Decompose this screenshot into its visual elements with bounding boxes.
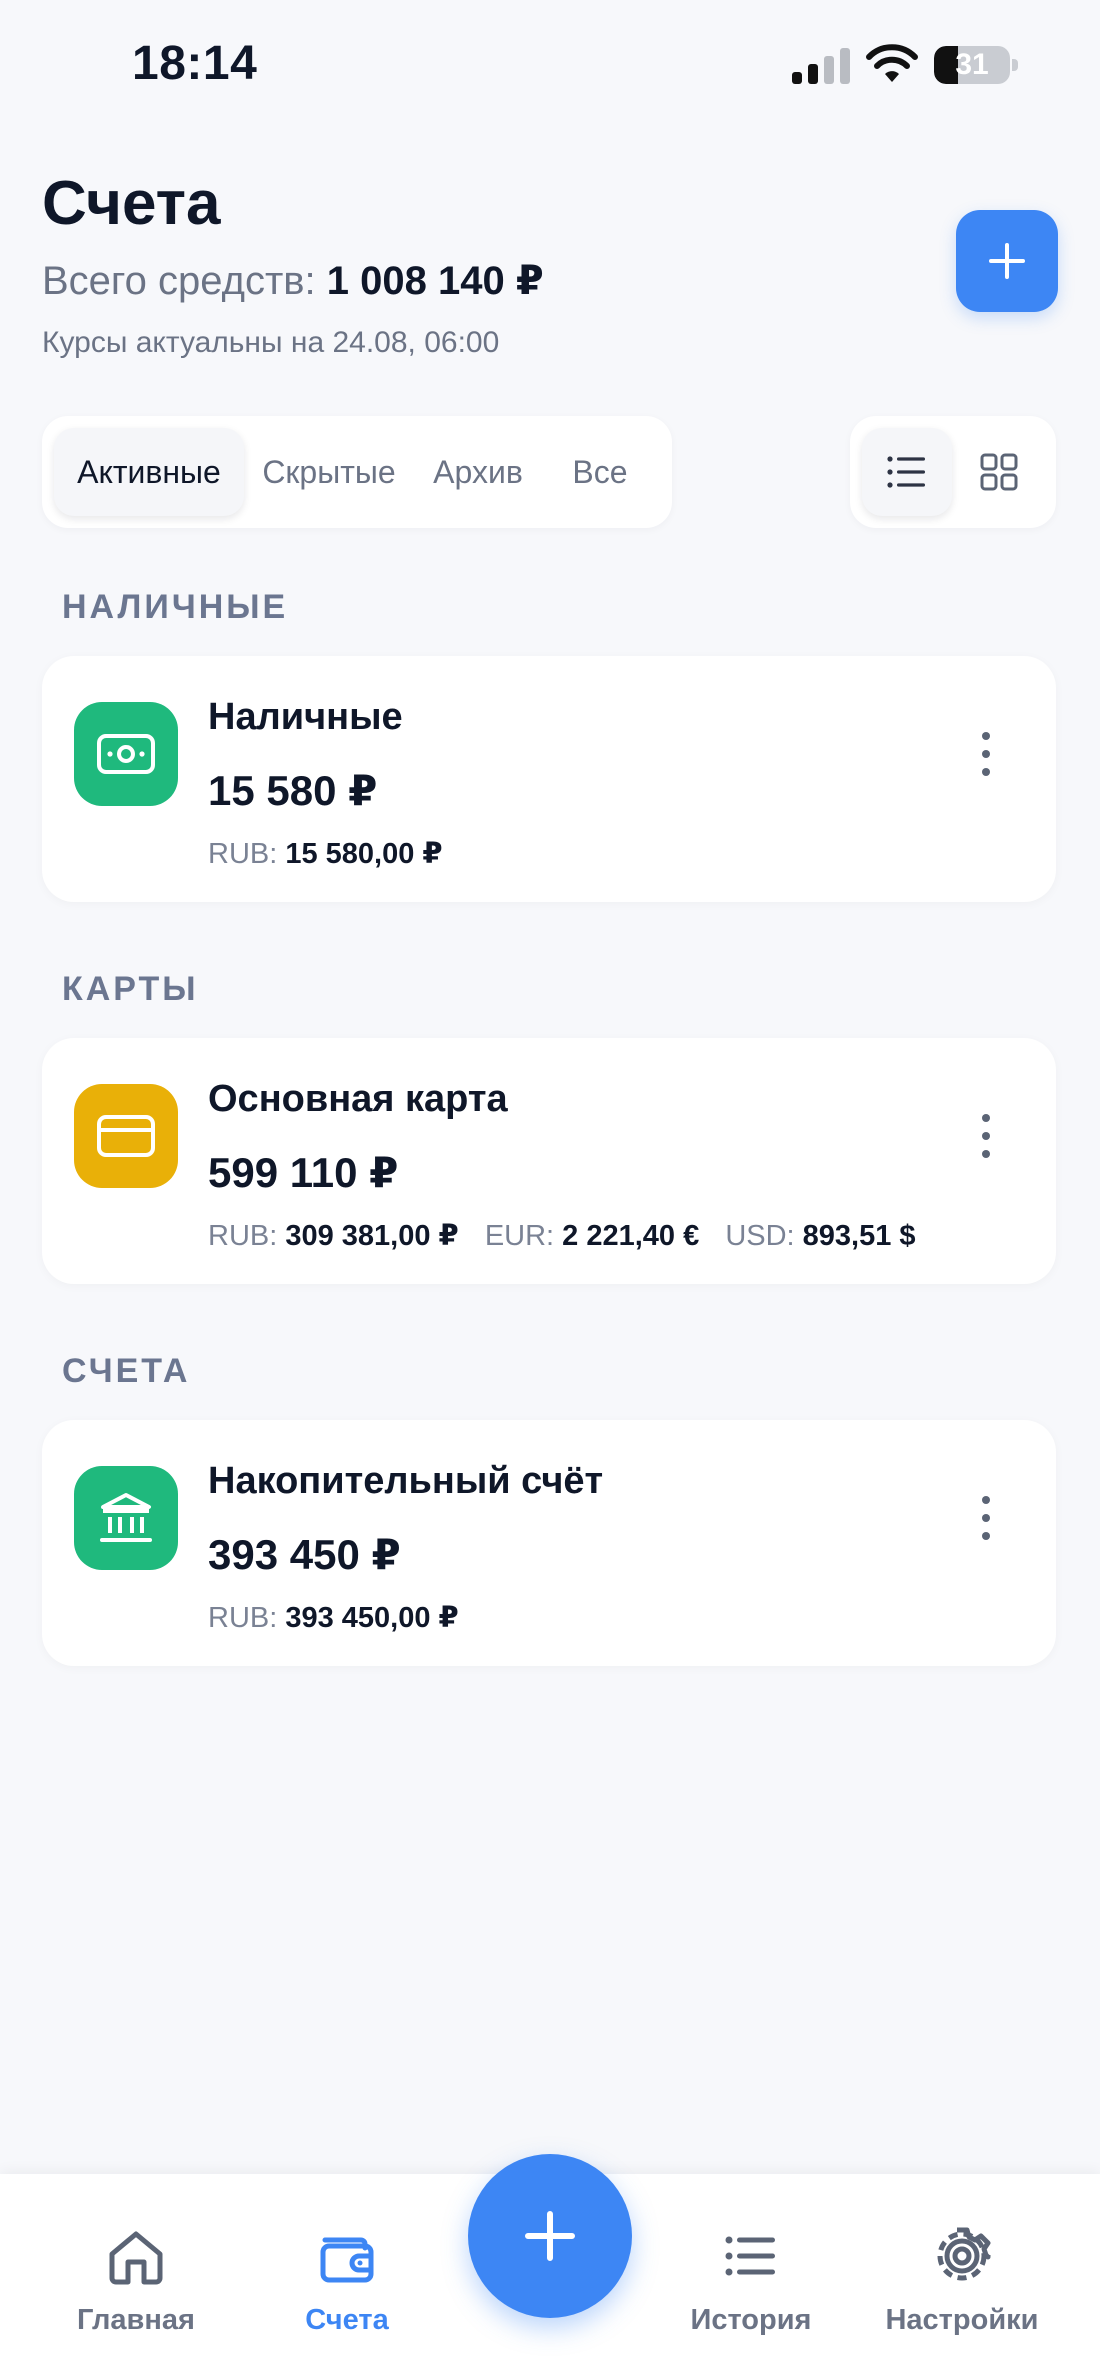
status-time: 18:14 <box>132 37 258 90</box>
tab-archive[interactable]: Архив <box>414 428 542 516</box>
account-amount: 15 580 ₽ <box>208 767 378 814</box>
bank-icon <box>100 1493 152 1542</box>
filter-tabs: Активные Скрытые Архив Все <box>42 416 672 528</box>
account-currency-breakdown: RUB: 393 450,00 ₽ <box>208 1600 477 1635</box>
account-card-savings[interactable]: Накопительный счёт 393 450 ₽ RUB: 393 45… <box>42 1420 1056 1666</box>
nav-item-accounts[interactable]: Счета <box>247 2224 447 2337</box>
currency-item: USD: 893,51 $ <box>725 1220 915 1252</box>
currency-value: 15 580,00 ₽ <box>285 838 443 870</box>
currency-item: EUR: 2 221,40 € <box>485 1220 699 1252</box>
add-transaction-fab[interactable] <box>468 2154 632 2318</box>
card-icon <box>97 1115 155 1157</box>
account-name: Основная карта <box>208 1078 508 1120</box>
nav-label: Главная <box>77 2304 195 2336</box>
account-card-main-card[interactable]: Основная карта 599 110 ₽ RUB: 309 381,00… <box>42 1038 1056 1284</box>
account-amount: 599 110 ₽ <box>208 1149 399 1196</box>
total-value: 1 008 140 ₽ <box>326 259 544 303</box>
currency-code: RUB: <box>208 838 278 870</box>
wallet-icon <box>320 2237 374 2283</box>
account-currency-breakdown: RUB: 309 381,00 ₽ EUR: 2 221,40 € USD: 8… <box>208 1218 934 1253</box>
section-title-accounts: СЧЕТА <box>62 1352 191 1390</box>
plus-icon <box>525 2211 575 2261</box>
currency-item: RUB: 15 580,00 ₽ <box>208 838 443 870</box>
status-bar: 18:14 31 <box>0 0 1100 130</box>
account-icon-cash <box>74 702 178 806</box>
account-name: Наличные <box>208 696 403 738</box>
cellular-signal-icon <box>792 48 850 84</box>
nav-label: История <box>690 2304 812 2336</box>
battery-percent: 31 <box>955 48 989 81</box>
plus-icon <box>989 243 1025 279</box>
view-toggle <box>850 416 1056 528</box>
grid-view-button[interactable] <box>954 428 1044 516</box>
home-icon <box>109 2231 163 2285</box>
account-name: Накопительный счёт <box>208 1460 604 1502</box>
currency-code: EUR: <box>484 1220 555 1252</box>
tab-all[interactable]: Все <box>546 428 654 516</box>
page-title: Счета <box>42 169 221 238</box>
tab-hidden[interactable]: Скрытые <box>248 428 410 516</box>
nav-item-history[interactable]: История <box>651 2224 851 2337</box>
currency-value: 393 450,00 ₽ <box>285 1602 459 1634</box>
currency-code: RUB: <box>208 1220 278 1252</box>
total-label: Всего средств: <box>42 259 316 303</box>
nav-label: Счета <box>305 2304 389 2336</box>
currency-value: 2 221,40 € <box>562 1220 700 1252</box>
more-options-button[interactable] <box>976 732 996 776</box>
more-options-button[interactable] <box>976 1496 996 1540</box>
currency-code: USD: <box>725 1220 795 1252</box>
nav-label: Настройки <box>885 2304 1039 2336</box>
currency-item: RUB: 393 450,00 ₽ <box>208 1602 459 1634</box>
list-view-button[interactable] <box>862 428 952 516</box>
total-balance: Всего средств: 1 008 140 ₽ <box>42 258 544 304</box>
list-icon <box>887 456 925 488</box>
nav-item-home[interactable]: Главная <box>36 2224 236 2337</box>
account-icon-card <box>74 1084 178 1188</box>
account-card-cash[interactable]: Наличные 15 580 ₽ RUB: 15 580,00 ₽ <box>42 656 1056 902</box>
section-title-cash: НАЛИЧНЫЕ <box>62 588 289 626</box>
account-currency-breakdown: RUB: 15 580,00 ₽ <box>208 836 461 871</box>
more-options-button[interactable] <box>976 1114 996 1158</box>
currency-value: 893,51 $ <box>802 1220 916 1252</box>
account-amount: 393 450 ₽ <box>208 1531 401 1578</box>
cash-icon <box>97 734 155 774</box>
nav-item-settings[interactable]: Настройки <box>862 2224 1062 2337</box>
currency-item: RUB: 309 381,00 ₽ <box>208 1220 459 1252</box>
grid-icon <box>980 453 1018 491</box>
account-icon-bank <box>74 1466 178 1570</box>
rates-note: Курсы актуальны на 24.08, 06:00 <box>42 326 500 359</box>
currency-code: RUB: <box>208 1602 278 1634</box>
tab-active[interactable]: Активные <box>54 428 244 516</box>
add-account-button[interactable] <box>956 210 1058 312</box>
battery-icon: 31 <box>934 46 1018 84</box>
gear-icon <box>937 2227 991 2281</box>
list-icon <box>725 2236 775 2276</box>
wifi-icon <box>866 44 918 82</box>
currency-value: 309 381,00 ₽ <box>285 1220 459 1252</box>
section-title-cards: КАРТЫ <box>62 970 199 1008</box>
accounts-screen: 18:14 31 Счета Всего средств: 1 008 140 … <box>0 0 1100 2380</box>
